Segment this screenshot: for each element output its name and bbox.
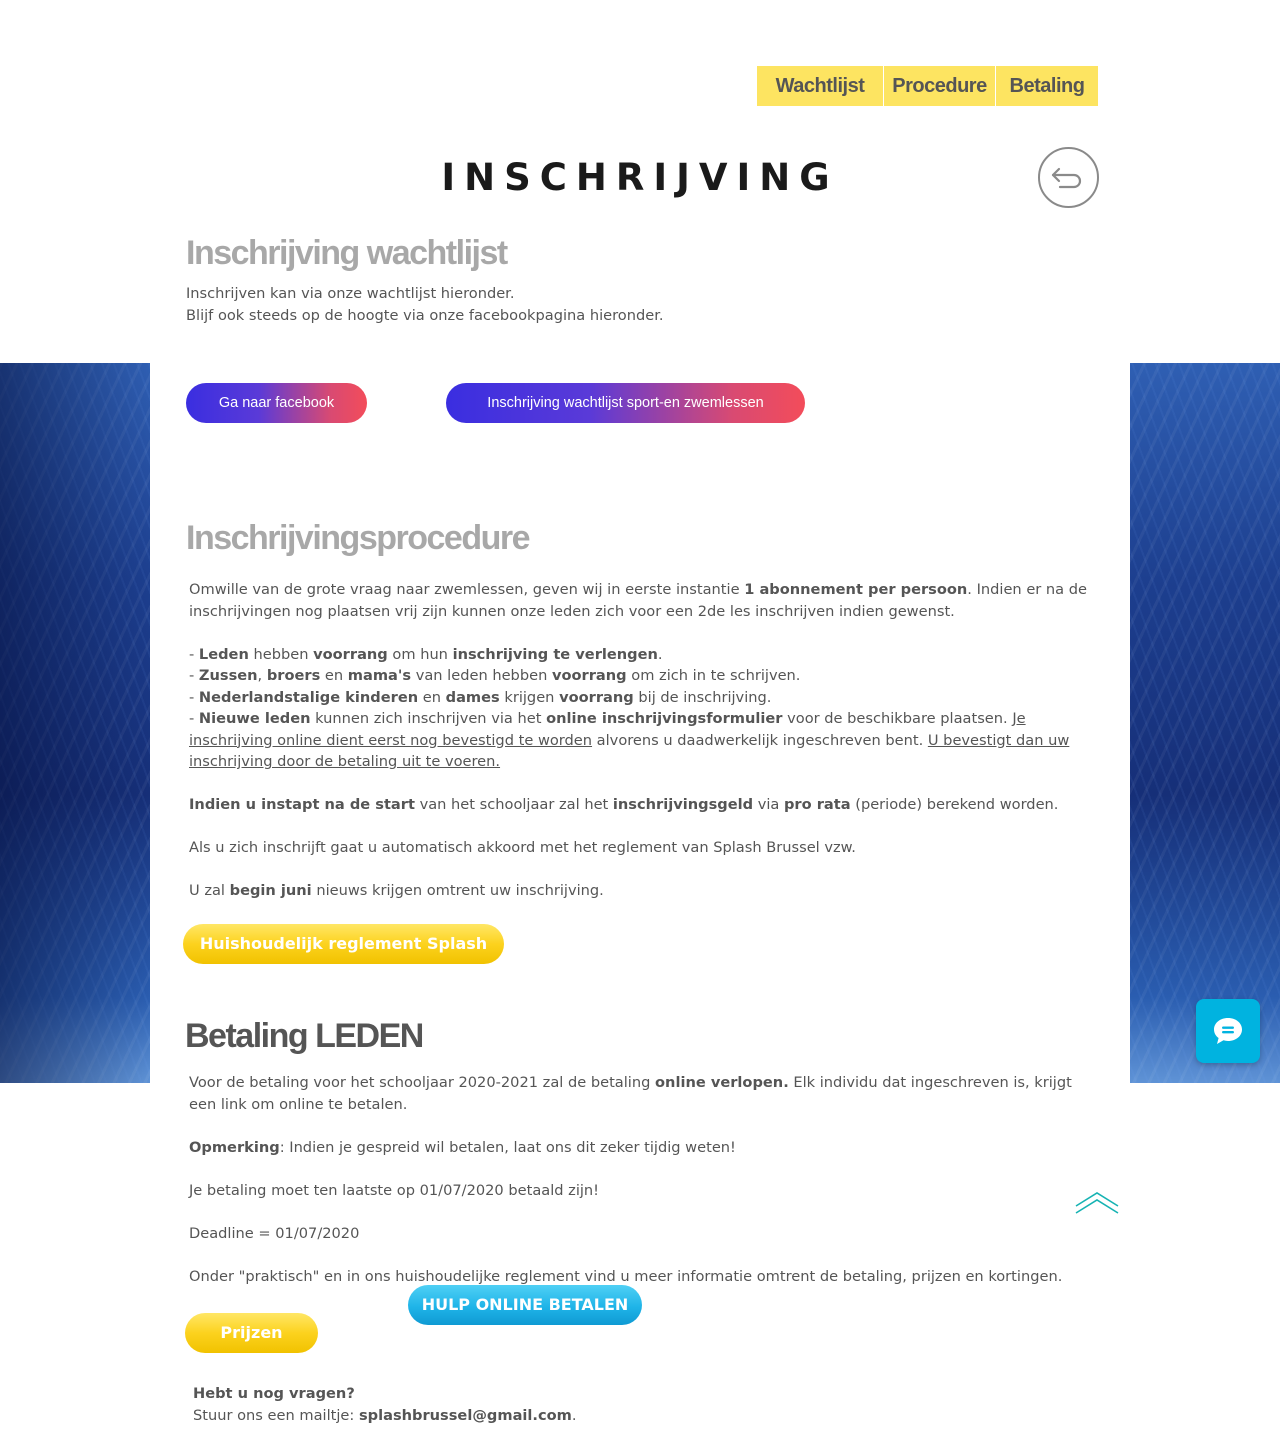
back-button[interactable] xyxy=(1038,147,1099,208)
nav-item-procedure[interactable]: Procedure xyxy=(883,66,995,106)
nav-item-betaling[interactable]: Betaling xyxy=(995,66,1098,106)
betaling-online: Voor de betaling voor het schooljaar 202… xyxy=(189,1074,1072,1113)
chat-bubble-icon xyxy=(1214,1018,1242,1044)
scroll-top-button[interactable] xyxy=(1075,1191,1119,1219)
betaling-text: Voor de betaling voor het schooljaar 202… xyxy=(189,1072,1089,1287)
betaling-info: Onder "praktisch" en in ons huishoudelij… xyxy=(189,1267,1063,1285)
procedure-bullet-leden: - Leden hebben voorrang om hun inschrijv… xyxy=(189,645,663,663)
procedure-heading: Inschrijvingsprocedure xyxy=(186,519,531,557)
top-nav: Wachtlijst Procedure Betaling xyxy=(757,66,1098,106)
contact-email-link[interactable]: splashbrussel@gmail.com xyxy=(359,1407,572,1424)
chat-button[interactable] xyxy=(1196,999,1260,1063)
procedure-bullet-nl: - Nederlandstalige kinderen en dames kri… xyxy=(189,688,772,706)
procedure-reglement: Als u zich inschrijft gaat u automatisch… xyxy=(189,839,856,856)
reglement-button[interactable]: Huishoudelijk reglement Splash xyxy=(183,924,504,964)
procedure-text: Omwille van de grote vraag naar zwemless… xyxy=(189,579,1101,902)
back-arrow-icon xyxy=(1051,167,1082,189)
betaling-opmerking: Opmerking: Indien je gespreid wil betale… xyxy=(189,1138,736,1156)
nav-item-wachtlijst[interactable]: Wachtlijst xyxy=(757,66,883,106)
chevron-up-icon xyxy=(1075,1192,1119,1214)
wachtlijst-heading: Inschrijving wachtlijst xyxy=(186,234,508,272)
procedure-intro: Omwille van de grote vraag naar zwemless… xyxy=(189,581,1088,620)
contact-text: Hebt u nog vragen? Stuur ons een mailtje… xyxy=(193,1383,793,1426)
wachtlijst-line-2: Blijf ook steeds op de hoogte via onze f… xyxy=(186,306,664,324)
wachtlijst-text: Inschrijven kan via onze wachtlijst hier… xyxy=(186,283,1086,326)
waitlist-button[interactable]: Inschrijving wachtlijst sport-en zwemles… xyxy=(446,383,805,423)
help-online-payment-button[interactable]: HULP ONLINE BETALEN xyxy=(408,1285,642,1325)
betaling-deadline-note: Je betaling moet ten laatste op 01/07/20… xyxy=(189,1181,600,1199)
betaling-heading: Betaling LEDEN xyxy=(185,1017,424,1055)
procedure-bullet-new: - Nieuwe leden kunnen zich inschrijven v… xyxy=(189,710,1070,770)
procedure-prorata: Indien u instapt na de start van het sch… xyxy=(189,796,1059,813)
contact-mail: Stuur ons een mailtje: splashbrussel@gma… xyxy=(193,1406,577,1424)
contact-question: Hebt u nog vragen? xyxy=(193,1385,355,1402)
prices-button[interactable]: Prijzen xyxy=(185,1313,318,1353)
facebook-button[interactable]: Ga naar facebook xyxy=(186,383,367,423)
procedure-juni: U zal begin juni nieuws krijgen omtrent … xyxy=(189,882,604,899)
ocean-shadow xyxy=(0,363,150,1083)
page-title: INSCHRIJVING xyxy=(441,156,839,199)
betaling-deadline: Deadline = 01/07/2020 xyxy=(189,1224,360,1242)
wachtlijst-line-1: Inschrijven kan via onze wachtlijst hier… xyxy=(186,285,515,302)
procedure-bullet-family: - Zussen, broers en mama's van leden heb… xyxy=(189,667,801,684)
